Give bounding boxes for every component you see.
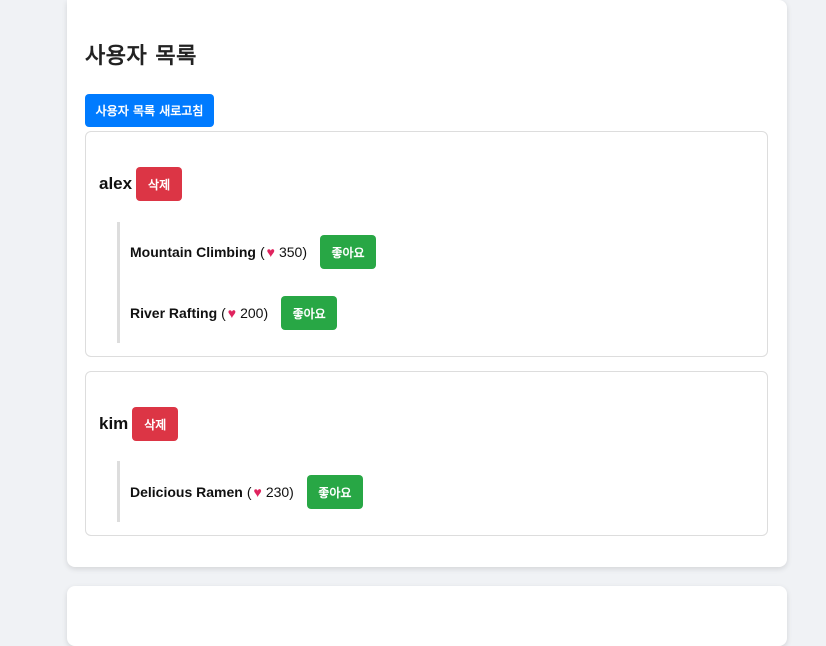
page-title: 사용자 목록 [85, 44, 197, 69]
next-panel [67, 586, 787, 646]
post-title: River Rafting [130, 305, 218, 321]
refresh-users-button[interactable]: 사용자 목록 새로고침 [85, 94, 214, 127]
user-header: alex 삭제 [99, 167, 183, 201]
user-list-panel: 사용자 목록 사용자 목록 새로고침 alex 삭제 Mountain Clim… [67, 0, 787, 567]
like-button[interactable]: 좋아요 [306, 475, 363, 509]
heart-icon: ♥ [266, 244, 275, 260]
user-name: alex [99, 174, 133, 193]
post-likes: (♥ 230) [246, 484, 294, 500]
post-list: Mountain Climbing (♥ 350) 좋아요 River Rafti… [117, 222, 717, 343]
delete-user-button[interactable]: 삭제 [132, 407, 179, 441]
post-likes: (♥ 200) [221, 305, 269, 321]
heart-icon: ♥ [227, 305, 237, 321]
heart-icon: ♥ [253, 484, 262, 500]
user-name: kim [99, 414, 129, 433]
post-like-count: 230 [265, 484, 290, 500]
like-button[interactable]: 좋아요 [281, 296, 338, 330]
post-item: Delicious Ramen (♥ 230) 좋아요 [130, 475, 363, 509]
user-card: alex 삭제 Mountain Climbing (♥ 350) 좋아요 Riv… [85, 131, 768, 357]
post-title: Delicious Ramen [130, 484, 243, 500]
post-title: Mountain Climbing [130, 244, 256, 260]
user-card: kim 삭제 Delicious Ramen (♥ 230) 좋아요 [85, 371, 768, 536]
like-button[interactable]: 좋아요 [320, 235, 376, 269]
post-like-count: 200 [240, 305, 264, 321]
user-header: kim 삭제 [99, 407, 179, 441]
post-item: River Rafting (♥ 200) 좋아요 [130, 296, 338, 330]
post-likes: (♥ 350) [259, 244, 307, 260]
post-like-count: 350 [278, 244, 303, 260]
post-list: Delicious Ramen (♥ 230) 좋아요 [117, 461, 717, 522]
delete-user-button[interactable]: 삭제 [136, 167, 183, 201]
post-item: Mountain Climbing (♥ 350) 좋아요 [130, 235, 376, 269]
